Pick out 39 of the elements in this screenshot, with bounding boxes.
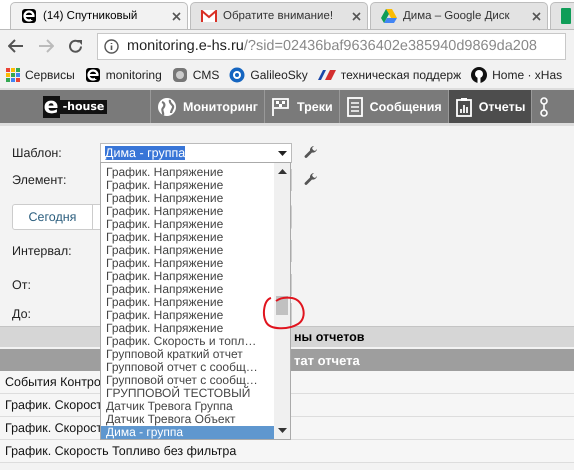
bookmark[interactable]: CMS [172,67,220,83]
field-label: От: [12,278,32,292]
nav-item[interactable]: Сообщения [338,90,448,123]
dropdown-option[interactable]: График. Напряжение [101,192,274,205]
dropdown-option[interactable]: ГРУППОВОЙ ТЕСТОВЫЙ [101,387,274,400]
nav-item[interactable]: Мониторинг [150,90,264,123]
nav-item[interactable]: Отчеты [448,90,532,123]
dropdown-option[interactable]: Групповой отчет с сообщ… [101,374,274,387]
dropdown-option[interactable]: График. Напряжение [101,205,274,218]
dropdown-option[interactable]: График. Напряжение [101,283,274,296]
dropdown-option[interactable]: Групповой отчет с сообщ… [101,361,274,374]
bookmark[interactable]: GalileoSky [229,67,308,83]
dropdown-option[interactable]: Датчик Тревога Объект [101,413,274,426]
bookmark[interactable]: техническая поддерж [318,68,462,82]
browser-tab[interactable]: Обратите внимание! [190,2,368,29]
dropdown-option[interactable]: График. Напряжение [101,218,274,231]
dropdown-option[interactable]: Датчик Тревога Группа [101,400,274,413]
nav-item[interactable]: Треки [264,90,339,123]
browser-tab[interactable]: Дима – Google Диск [370,2,548,29]
dropdown-option[interactable]: График. Напряжение [101,166,274,179]
field-label: Шаблон: [12,146,63,160]
bookmark[interactable]: Home · xHas [471,67,562,83]
dropdown-option[interactable]: Групповой краткий отчет [101,348,274,361]
field-label: До: [12,306,32,321]
template-select[interactable]: Дима - группа [100,143,292,164]
dropdown-option[interactable]: График. Напряжение [101,257,274,270]
field-label: Элемент: [12,173,68,188]
dropdown-option[interactable]: График. Напряжение [101,231,274,244]
bookmark[interactable]: Сервисы [6,68,75,82]
address-field[interactable]: monitoring.e-hs.ru/?sid=02436baf9636402e385940d9869da208 [97,32,566,60]
dropdown-option[interactable]: График. Напряжение [101,309,274,322]
browser-tab[interactable]: (14) Спутниковый [10,2,188,29]
dropdown-option[interactable]: График. Напряжение [101,270,274,283]
dropdown-option[interactable]: График. Напряжение [101,244,274,257]
dropdown-option[interactable]: График. Напряжение [101,179,274,192]
dropdown-option[interactable]: График. Скорость и топл… [101,335,274,348]
field-label: Интервал: [12,244,73,258]
dropdown-option[interactable]: График. Напряжение [101,296,274,309]
bookmark[interactable]: monitoring [84,67,162,83]
